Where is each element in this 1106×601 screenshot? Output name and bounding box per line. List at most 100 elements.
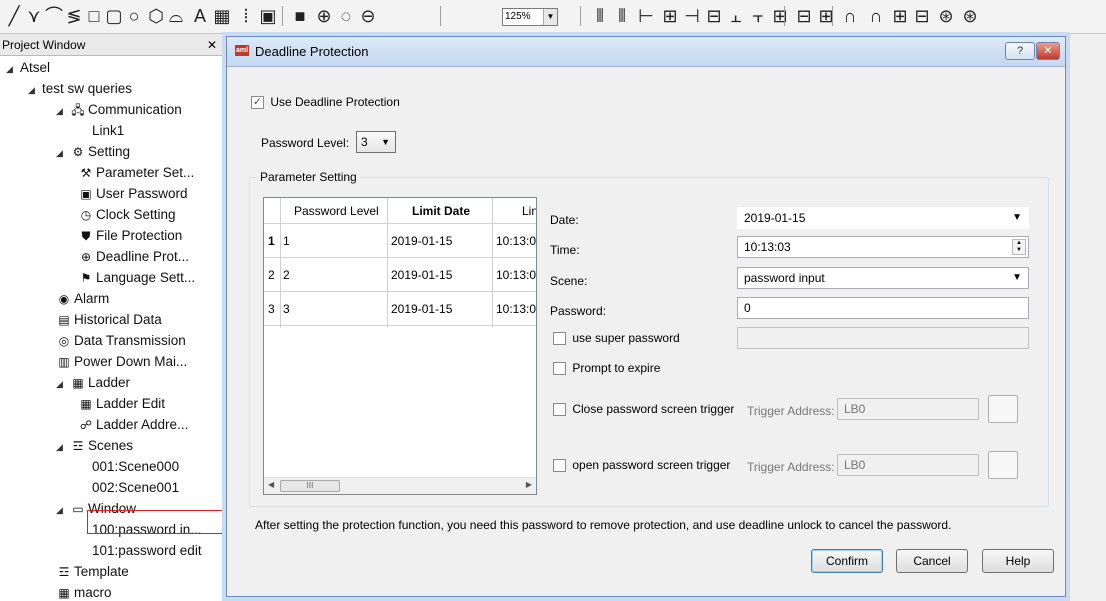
scroll-right-icon[interactable]: ▶	[526, 480, 532, 489]
tree-item[interactable]: ▦ macro	[56, 583, 111, 601]
time-field[interactable]: 10:13:03 ▲ ▼	[737, 236, 1029, 258]
fill-icon[interactable]: ■	[290, 5, 310, 27]
text-icon[interactable]: A	[190, 5, 210, 27]
table-icon[interactable]: ▦	[212, 5, 232, 27]
align-middle-icon[interactable]: ⊟	[704, 5, 724, 27]
arc-icon[interactable]: ⌒	[44, 5, 64, 27]
tree-item[interactable]: ▤ Historical Data	[56, 310, 161, 330]
tree-item[interactable]: 001:Scene000	[92, 457, 179, 477]
circle-icon[interactable]: ○	[124, 5, 144, 27]
tree-item[interactable]: ⚒ Parameter Set...	[78, 163, 195, 183]
password-table[interactable]: Password Level Limit Date Lin 1 1 2019-01-…	[263, 197, 537, 495]
close-trigger-checkbox[interactable]: Close password screen trigger	[553, 402, 734, 417]
tree-item[interactable]: ◢ ⚙ Setting	[56, 142, 130, 162]
cancel-button[interactable]: Cancel	[896, 549, 968, 573]
picture-icon[interactable]: ▣	[258, 5, 278, 27]
align-left-icon[interactable]: ⊢	[636, 5, 656, 27]
scene-select[interactable]: password input ▼	[737, 267, 1029, 289]
tree-item[interactable]: ◢ test sw queries	[28, 79, 132, 99]
open-trigger-address[interactable]: LB0	[837, 454, 979, 476]
copy-icon[interactable]: ⊛	[936, 5, 956, 27]
tree-item[interactable]: 002:Scene001	[92, 478, 179, 498]
tree-item[interactable]: ◉ Alarm	[56, 289, 110, 309]
tree-item[interactable]: ▥ Power Down Mai...	[56, 352, 187, 372]
close-trigger-address[interactable]: LB0	[837, 398, 979, 420]
date-picker[interactable]: 2019-01-15 ▼	[737, 207, 1029, 229]
tree-item[interactable]: ◢ ▦ Ladder	[56, 373, 130, 393]
distribute-v-icon[interactable]: ⫟	[748, 5, 768, 27]
expand-arrow-icon[interactable]: ◢	[56, 143, 70, 163]
password-level-select[interactable]: 3 ▼	[356, 131, 396, 153]
super-password-input[interactable]	[737, 327, 1029, 349]
super-password-checkbox[interactable]: use super password	[553, 331, 680, 346]
expand-arrow-icon[interactable]: ◢	[56, 101, 70, 121]
ungroup-icon[interactable]: ⊟	[794, 5, 814, 27]
tree-item[interactable]: ◷ Clock Setting	[78, 205, 176, 225]
tree-item[interactable]: ⛊ File Protection	[78, 226, 182, 246]
paste-icon[interactable]: ⊛	[960, 5, 980, 27]
rounded-rectangle-icon[interactable]: ▢	[104, 5, 124, 27]
rotate-right-icon[interactable]: ∩	[866, 5, 886, 27]
polyline-icon[interactable]: ╱	[4, 5, 24, 27]
prompt-expire-checkbox[interactable]: Prompt to expire	[553, 361, 660, 376]
zoom-out-icon[interactable]: ⊖	[358, 5, 378, 27]
grid-icon[interactable]: ⊞	[816, 5, 836, 27]
expand-arrow-icon[interactable]: ◢	[56, 374, 70, 394]
zoom-in-icon[interactable]: ⊕	[314, 5, 334, 27]
column-header[interactable]: Lin	[522, 198, 536, 223]
rectangle-icon[interactable]: □	[84, 5, 104, 27]
scale-icon[interactable]: ⦙	[236, 5, 256, 27]
column-header[interactable]: Limit Date	[412, 198, 482, 223]
align-right-icon[interactable]: ⊣	[682, 5, 702, 27]
tree-item[interactable]: ▣ User Password	[78, 184, 187, 204]
layer-icon[interactable]: ⊟	[912, 5, 932, 27]
shape-icon[interactable]: ⌓	[166, 5, 186, 27]
zoom-select[interactable]: 125% ▼	[502, 8, 558, 26]
tree-item[interactable]: ◢ ☲ Scenes	[56, 436, 133, 456]
tree-item[interactable]: ▦ Ladder Edit	[78, 394, 165, 414]
scroll-left-icon[interactable]: ◀	[268, 480, 274, 489]
close-icon[interactable]: ✕	[207, 34, 217, 56]
table-row[interactable]: 2 2 2019-01-15 10:13:0	[264, 259, 536, 292]
group-icon[interactable]: ⊞	[770, 5, 790, 27]
help-button[interactable]: Help	[982, 549, 1054, 573]
app-icon: aml	[235, 45, 249, 56]
mirror-icon[interactable]: ⊞	[890, 5, 910, 27]
tree-item[interactable]: ☲ Template	[56, 562, 129, 582]
scrollbar-thumb[interactable]: III	[280, 480, 340, 492]
expand-arrow-icon[interactable]: ◢	[56, 500, 70, 520]
polygon-icon[interactable]: ⋎	[24, 5, 44, 27]
tree-item[interactable]: ◢ 🖧 Communication	[56, 100, 182, 120]
tree-item[interactable]: 101:password edit	[92, 541, 202, 561]
close-trigger-address-button[interactable]	[988, 395, 1018, 423]
column-header[interactable]: Password Level	[294, 198, 384, 223]
tree-item[interactable]: ☍ Ladder Addre...	[78, 415, 188, 435]
password-input[interactable]: 0	[737, 297, 1029, 319]
distribute-h-icon[interactable]: ⫠	[726, 5, 746, 27]
spin-icon[interactable]: ▲ ▼	[1012, 239, 1026, 255]
tree-item[interactable]: ⚑ Language Sett...	[78, 268, 195, 288]
title-close-button[interactable]: ✕	[1036, 42, 1060, 60]
expand-arrow-icon[interactable]: ◢	[6, 59, 20, 79]
align-center-icon[interactable]: ⊞	[660, 5, 680, 27]
open-trigger-address-button[interactable]	[988, 451, 1018, 479]
title-help-button[interactable]: ?	[1005, 42, 1035, 60]
confirm-button[interactable]: Confirm	[811, 549, 883, 573]
expand-arrow-icon[interactable]: ◢	[28, 80, 42, 100]
zoom-reset-icon[interactable]: ◌	[336, 5, 356, 27]
tree-item[interactable]: ◢ Atsel	[6, 58, 50, 78]
freeform-icon[interactable]: ≶	[64, 5, 84, 27]
expand-arrow-icon[interactable]: ◢	[56, 437, 70, 457]
hexagon-icon[interactable]: ⬡	[146, 5, 166, 27]
align-bottom-icon[interactable]: ⫴	[612, 5, 632, 27]
rotate-left-icon[interactable]: ∩	[840, 5, 860, 27]
align-top-icon[interactable]: ⫴	[590, 5, 610, 27]
table-row[interactable]: 3 3 2019-01-15 10:13:0	[264, 293, 536, 326]
horizontal-scrollbar[interactable]: ◀ III ▶	[264, 477, 536, 494]
open-trigger-checkbox[interactable]: open password screen trigger	[553, 458, 730, 473]
table-row[interactable]: 1 1 2019-01-15 10:13:0	[264, 225, 536, 258]
use-deadline-checkbox[interactable]: ✓ Use Deadline Protection	[251, 95, 400, 110]
tree-item[interactable]: ⊕ Deadline Prot...	[78, 247, 189, 267]
tree-item[interactable]: ◎ Data Transmission	[56, 331, 186, 351]
tree-item[interactable]: Link1	[92, 121, 124, 141]
